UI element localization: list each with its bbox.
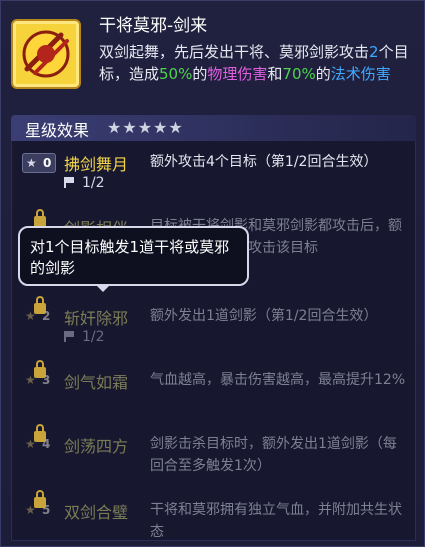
effect-description: 额外攻击4个目标（第1/2回合生效） xyxy=(150,154,378,170)
lock-icon xyxy=(34,360,46,378)
effect-name: 双剑合璧 xyxy=(64,503,129,522)
tooltip-pointer xyxy=(95,284,111,292)
skill-desc-part: 和 xyxy=(267,65,283,83)
section-title: 星级效果 xyxy=(25,121,90,140)
flag-icon xyxy=(64,177,76,188)
skill-icon[interactable] xyxy=(11,19,81,89)
effect-name: 剑荡四方 xyxy=(64,437,129,456)
effect-count-value: 1/2 xyxy=(82,175,105,191)
star-rating-icons: ★★★★★ xyxy=(107,118,184,137)
effect-count: 1/2 xyxy=(64,329,105,345)
effect-name: 剑气如霜 xyxy=(64,373,129,392)
star-icon: ★ xyxy=(26,156,37,170)
tooltip: 对1个目标触发1道干将或莫邪的剑影 xyxy=(18,226,249,286)
skill-header: 干将莫邪-剑来 双剑起舞，先后发出干将、莫邪剑影攻击2个目标，造成50%的物理伤… xyxy=(1,1,425,116)
skill-description: 双剑起舞，先后发出干将、莫邪剑影攻击2个目标，造成50%的物理伤害和70%的法术… xyxy=(99,41,419,85)
skill-desc-part: 双剑起舞，先后发出干将、莫邪剑影攻击 xyxy=(99,43,370,61)
magic-damage-label: 法术伤害 xyxy=(330,65,391,83)
star-level-badge: ★ 0 xyxy=(22,153,56,173)
star-effects-header: 星级效果 ★★★★★ xyxy=(11,115,416,141)
lock-icon xyxy=(34,296,46,314)
effect-description: 剑影击杀目标时，额外发出1道剑影（每回合至多触发1次） xyxy=(150,436,397,474)
skill-desc-part: 的 xyxy=(315,65,331,83)
flag-icon xyxy=(64,331,76,342)
lock-icon xyxy=(34,490,46,508)
star-effects-list: ★ 0 拂剑舞月 1/2 额外攻击4个目标（第1/2回合生效） 剑影相伴 目标被… xyxy=(11,141,416,541)
skill-title: 干将莫邪-剑来 xyxy=(99,16,208,36)
skill-desc-part: 的 xyxy=(192,65,208,83)
effect-description: 干将和莫邪拥有独立气血，并附加共生状态 xyxy=(150,502,402,540)
skill-target-count: 2 xyxy=(369,43,379,61)
magic-damage-percent: 70% xyxy=(282,65,316,83)
lock-icon xyxy=(34,424,46,442)
effect-name: 斩奸除邪 xyxy=(64,309,129,328)
effect-name: 拂剑舞月 xyxy=(64,155,129,174)
physical-damage-percent: 50% xyxy=(159,65,193,83)
effect-description: 气血越高，暴击伤害越高，最高提升12% xyxy=(150,372,406,388)
star-level-number: 0 xyxy=(43,156,52,170)
physical-damage-label: 物理伤害 xyxy=(207,65,268,83)
effect-count: 1/2 xyxy=(64,175,105,191)
effect-description: 额外发出1道剑影（第1/2回合生效） xyxy=(150,308,378,324)
effect-count-value: 1/2 xyxy=(82,329,105,345)
